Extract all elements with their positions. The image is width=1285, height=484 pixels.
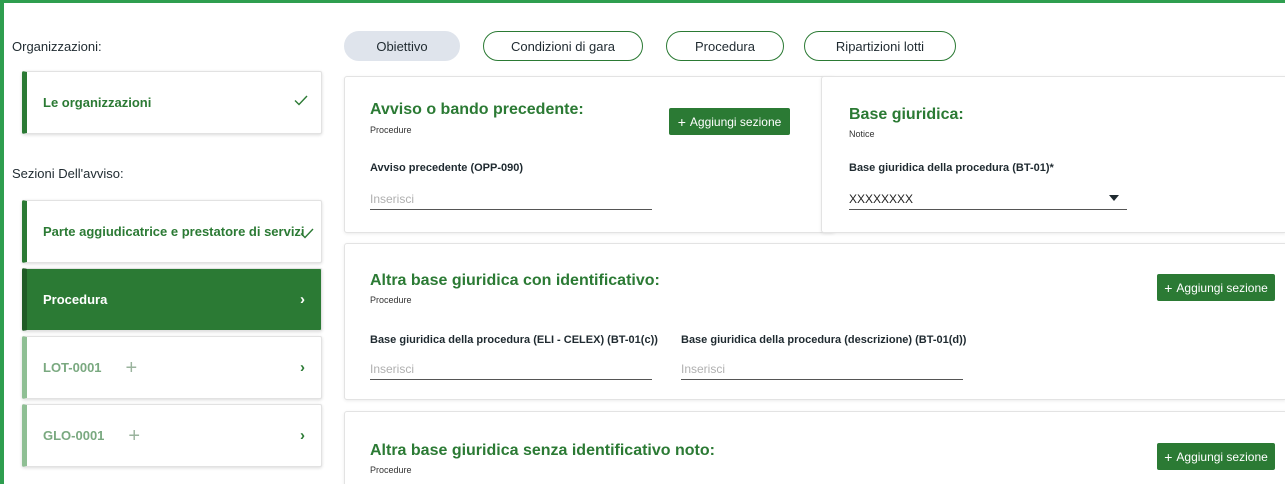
card-subtitle: Procedure bbox=[370, 465, 412, 475]
plus-icon: + bbox=[1164, 448, 1173, 465]
card-subtitle: Procedure bbox=[370, 295, 412, 305]
legal-basis-select[interactable]: XXXXXXXX bbox=[849, 188, 1127, 210]
sidebar-item-procedure[interactable]: Procedura › bbox=[22, 268, 322, 331]
dropdown-arrow-icon bbox=[1109, 195, 1119, 201]
tab-procedura[interactable]: Procedura bbox=[666, 31, 784, 61]
sidebar-item-label: Procedura bbox=[43, 292, 108, 307]
previous-notice-input[interactable] bbox=[370, 188, 652, 210]
card-other-basis-without-id: Altra base giuridica senza identificativ… bbox=[344, 411, 1285, 484]
tab-condizioni-di-gara[interactable]: Condizioni di gara bbox=[483, 31, 643, 61]
legal-basis-label: Base giuridica della procedura (BT-01)* bbox=[849, 162, 1054, 174]
sidebar-item-label: Parte aggiudicatrice e prestatore di ser… bbox=[43, 224, 305, 239]
tab-ripartizioni-lotti[interactable]: Ripartizioni lotti bbox=[804, 31, 956, 61]
add-section-button[interactable]: + Aggiungi sezione bbox=[1157, 274, 1275, 301]
card-subtitle: Procedure bbox=[370, 125, 412, 135]
sidebar-item-contracting-party[interactable]: Parte aggiudicatrice e prestatore di ser… bbox=[22, 200, 322, 263]
card-title: Base giuridica: bbox=[849, 106, 964, 123]
check-icon bbox=[294, 95, 308, 106]
card-subtitle: Notice bbox=[849, 129, 875, 139]
sidebar-item-lot[interactable]: LOT-0001 + › bbox=[22, 336, 322, 399]
eli-celex-label: Base giuridica della procedura (ELI - CE… bbox=[370, 334, 658, 346]
card-title: Altra base giuridica con identificativo: bbox=[370, 272, 660, 289]
plus-icon[interactable]: + bbox=[128, 426, 140, 446]
app-frame: Organizzazioni: Le organizzazioni Sezion… bbox=[0, 0, 1285, 484]
chevron-right-icon: › bbox=[300, 359, 305, 376]
sidebar-item-label: GLO-0001 bbox=[43, 428, 105, 443]
plus-icon: + bbox=[1164, 279, 1173, 296]
organizations-heading: Organizzazioni: bbox=[12, 39, 102, 54]
sidebar: Organizzazioni: Le organizzazioni Sezion… bbox=[10, 3, 322, 484]
chevron-right-icon: › bbox=[300, 291, 305, 308]
add-section-button[interactable]: + Aggiungi sezione bbox=[1157, 443, 1275, 470]
tab-obiettivo[interactable]: Obiettivo bbox=[344, 31, 460, 61]
select-value: XXXXXXXX bbox=[849, 192, 914, 206]
plus-icon: + bbox=[677, 113, 686, 130]
chevron-right-icon: › bbox=[300, 427, 305, 444]
sidebar-item-label: Le organizzazioni bbox=[43, 95, 152, 110]
eli-celex-input[interactable] bbox=[370, 358, 652, 380]
sidebar-item-organizations[interactable]: Le organizzazioni bbox=[22, 71, 322, 134]
sections-heading: Sezioni Dell'avviso: bbox=[12, 166, 124, 181]
card-title: Avviso o bando precedente: bbox=[370, 101, 584, 118]
description-input[interactable] bbox=[681, 358, 963, 380]
sidebar-item-glo[interactable]: GLO-0001 + › bbox=[22, 404, 322, 467]
add-section-button[interactable]: + Aggiungi sezione bbox=[669, 108, 790, 135]
card-other-basis-with-id: Altra base giuridica con identificativo:… bbox=[344, 243, 1285, 400]
check-icon bbox=[300, 228, 314, 239]
previous-notice-label: Avviso precedente (OPP-090) bbox=[370, 162, 524, 174]
description-label: Base giuridica della procedura (descrizi… bbox=[681, 334, 967, 346]
plus-icon[interactable]: + bbox=[126, 358, 138, 378]
card-previous-notice: Avviso o bando precedente: Procedure + Ag… bbox=[344, 76, 835, 233]
card-legal-basis: Base giuridica: Notice Base giuridica de… bbox=[821, 76, 1285, 233]
card-title: Altra base giuridica senza identificativ… bbox=[370, 442, 715, 459]
sidebar-item-label: LOT-0001 bbox=[43, 360, 102, 375]
